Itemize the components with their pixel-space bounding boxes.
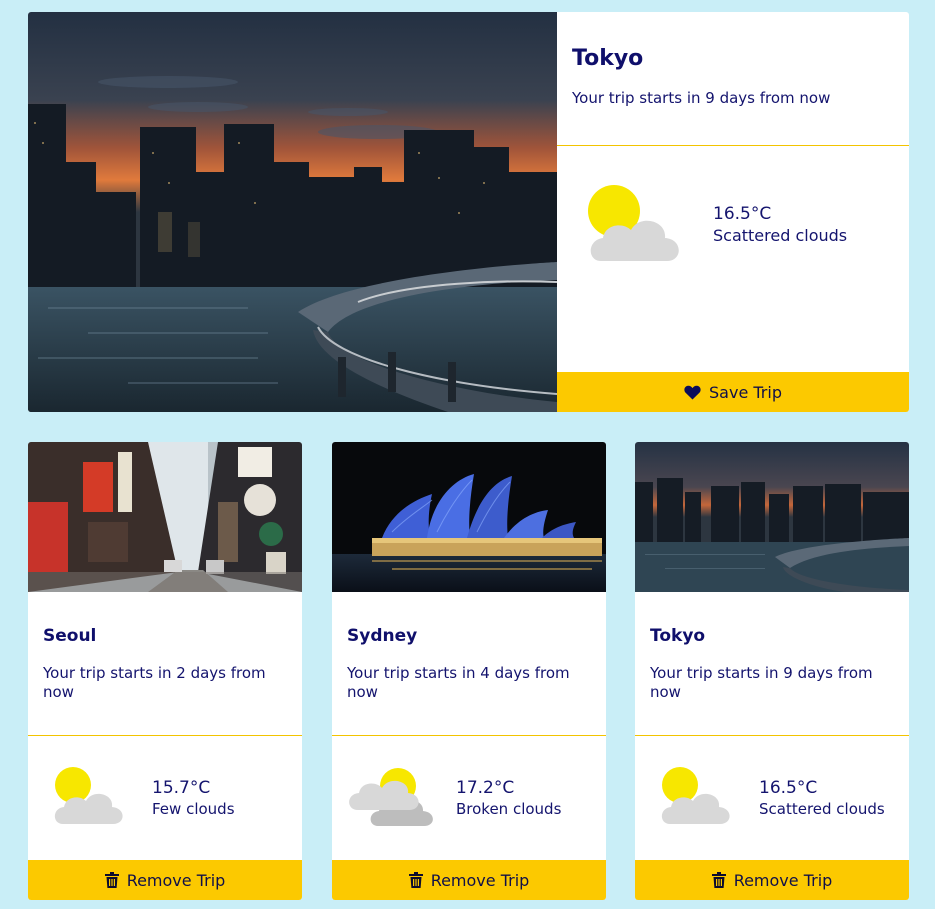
weather-readout: 15.7°C Few clouds — [152, 778, 235, 820]
trip-city: Sydney — [347, 626, 418, 646]
remove-trip-button[interactable]: Remove Trip — [28, 860, 302, 900]
weather-section: 17.2°C Broken clouds — [332, 736, 606, 860]
temperature: 15.7°C — [152, 778, 211, 798]
temperature: 16.5°C — [713, 204, 772, 224]
sydney-opera-house-photo — [332, 442, 606, 592]
trip-city: Tokyo — [650, 626, 706, 646]
trip-countdown: Your trip starts in 9 days from now — [650, 664, 873, 701]
sun-behind-cloud-icon — [52, 766, 128, 826]
weather-readout: 16.5°C Scattered clouds — [759, 778, 885, 820]
remove-trip-button[interactable]: Remove Trip — [635, 860, 909, 900]
trip-header: Seoul Your trip starts in 2 days from no… — [28, 592, 302, 736]
remove-trip-label: Remove Trip — [126, 870, 226, 890]
trip-card-tokyo: Tokyo Your trip starts in 9 days from no… — [635, 442, 909, 900]
broken-clouds-icon — [346, 766, 438, 828]
trip-card-seoul: Seoul Your trip starts in 2 days from no… — [28, 442, 302, 900]
remove-trip-button[interactable]: Remove Trip — [332, 860, 606, 900]
trip-header: Sydney Your trip starts in 4 days from n… — [332, 592, 606, 736]
weather-condition: Few clouds — [152, 800, 235, 818]
sun-behind-cloud-icon — [659, 766, 735, 826]
trip-countdown: Your trip starts in 2 days from now — [43, 664, 266, 701]
featured-trip-card: Tokyo Your trip starts in 9 days from no… — [28, 12, 909, 412]
weather-section: 16.5°C Scattered clouds — [635, 736, 909, 860]
trip-countdown: Your trip starts in 4 days from now — [347, 664, 570, 701]
remove-trip-label: Remove Trip — [430, 870, 530, 890]
seoul-street-photo — [28, 442, 302, 592]
trash-icon — [711, 872, 726, 888]
weather-condition: Broken clouds — [456, 800, 562, 818]
weather-readout: 17.2°C Broken clouds — [456, 778, 561, 820]
sun-behind-cloud-icon — [587, 184, 687, 264]
weather-condition: Scattered clouds — [759, 800, 885, 818]
save-trip-label: Save Trip — [709, 382, 782, 402]
trip-header: Tokyo Your trip starts in 9 days from no… — [635, 592, 909, 736]
temperature: 16.5°C — [759, 778, 818, 798]
weather-condition: Scattered clouds — [713, 226, 848, 245]
weather-readout: 16.5°C Scattered clouds — [713, 204, 847, 246]
trash-icon — [104, 872, 119, 888]
tokyo-skyline-photo — [635, 442, 909, 592]
trip-city: Tokyo — [572, 46, 644, 71]
trip-countdown: Your trip starts in 9 days from now — [572, 89, 831, 107]
trip-header: Tokyo Your trip starts in 9 days from no… — [557, 12, 909, 146]
weather-section: 15.7°C Few clouds — [28, 736, 302, 860]
featured-trip-info: Tokyo Your trip starts in 9 days from no… — [557, 12, 909, 412]
save-trip-button[interactable]: Save Trip — [557, 372, 909, 412]
tokyo-skyline-photo — [28, 12, 557, 412]
temperature: 17.2°C — [456, 778, 515, 798]
trip-card-sydney: Sydney Your trip starts in 4 days from n… — [332, 442, 606, 900]
trash-icon — [408, 872, 423, 888]
heart-icon — [684, 385, 701, 400]
weather-section: 16.5°C Scattered clouds — [557, 146, 909, 372]
remove-trip-label: Remove Trip — [733, 870, 833, 890]
trip-city: Seoul — [43, 626, 97, 646]
